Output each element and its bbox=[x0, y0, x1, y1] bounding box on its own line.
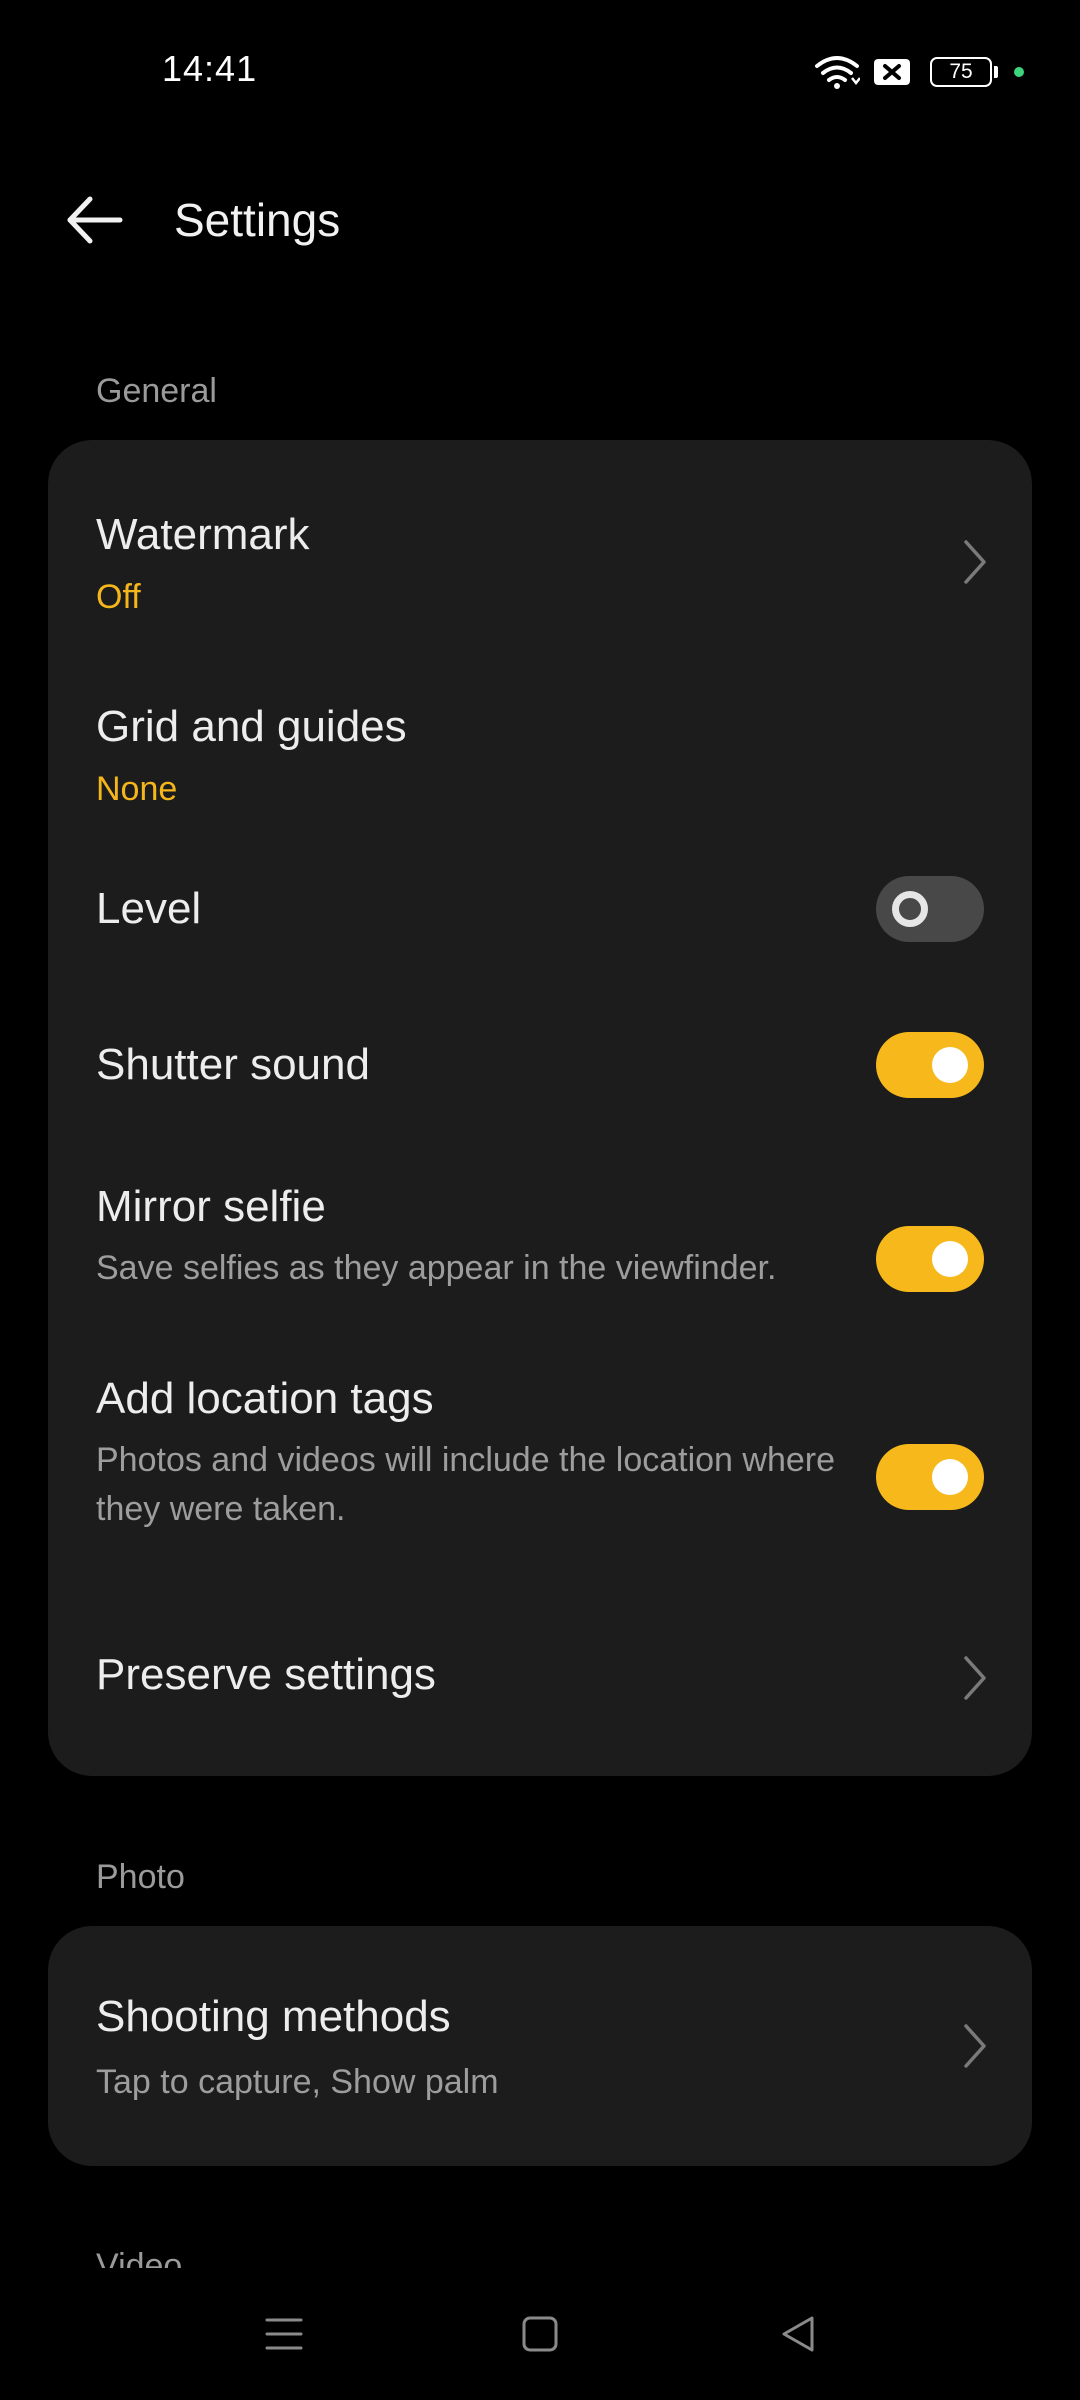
setting-value: None bbox=[96, 770, 178, 808]
toggle-knob bbox=[932, 1047, 968, 1083]
setting-grid-and-guides[interactable]: Grid and guides None bbox=[48, 640, 1032, 830]
status-icons: 75 bbox=[814, 52, 1024, 92]
toggle-knob bbox=[932, 1459, 968, 1495]
page-title: Settings bbox=[174, 194, 341, 246]
photo-settings-card: Shooting methods Tap to capture, Show pa… bbox=[48, 1926, 1032, 2166]
setting-shutter-sound[interactable]: Shutter sound bbox=[48, 980, 1032, 1140]
toggle-knob bbox=[892, 891, 928, 927]
chevron-right-icon bbox=[964, 2024, 986, 2068]
section-label-general: General bbox=[96, 372, 217, 410]
setting-add-location-tags[interactable]: Add location tags Photos and videos will… bbox=[48, 1330, 1032, 1580]
back-triangle-icon[interactable] bbox=[778, 2314, 818, 2354]
level-toggle[interactable] bbox=[876, 876, 984, 942]
mirror-selfie-toggle[interactable] bbox=[876, 1226, 984, 1292]
privacy-indicator-dot bbox=[1014, 67, 1024, 77]
setting-title: Preserve settings bbox=[96, 1650, 436, 1699]
setting-title: Mirror selfie bbox=[96, 1182, 326, 1231]
general-settings-card: Watermark Off Grid and guides None Level… bbox=[48, 440, 1032, 1776]
setting-mirror-selfie[interactable]: Mirror selfie Save selfies as they appea… bbox=[48, 1140, 1032, 1330]
battery-tip bbox=[994, 66, 998, 78]
app-header: Settings bbox=[0, 170, 1080, 270]
setting-watermark[interactable]: Watermark Off bbox=[48, 440, 1032, 640]
menu-icon[interactable] bbox=[264, 2314, 304, 2354]
back-arrow-icon[interactable] bbox=[64, 190, 126, 250]
toggle-knob bbox=[932, 1241, 968, 1277]
setting-title: Add location tags bbox=[96, 1374, 434, 1423]
section-label-video: Video bbox=[96, 2247, 183, 2268]
location-tags-toggle[interactable] bbox=[876, 1444, 984, 1510]
chevron-right-icon bbox=[964, 540, 986, 584]
status-time: 14:41 bbox=[162, 48, 258, 89]
setting-title: Shooting methods bbox=[96, 1992, 451, 2041]
setting-description: Photos and videos will include the locat… bbox=[96, 1441, 836, 1528]
setting-title: Shutter sound bbox=[96, 1040, 370, 1089]
setting-shooting-methods[interactable]: Shooting methods Tap to capture, Show pa… bbox=[48, 1926, 1032, 2166]
setting-title: Level bbox=[96, 884, 202, 933]
setting-title: Grid and guides bbox=[96, 702, 407, 751]
battery-level: 75 bbox=[949, 60, 973, 83]
setting-description: Tap to capture, Show palm bbox=[96, 2063, 499, 2101]
system-navigation-bar bbox=[0, 2270, 1080, 2400]
section-label-photo: Photo bbox=[96, 1858, 185, 1896]
home-icon[interactable] bbox=[520, 2314, 560, 2354]
shutter-sound-toggle[interactable] bbox=[876, 1032, 984, 1098]
battery-icon: 75 bbox=[930, 57, 992, 87]
setting-value: Off bbox=[96, 578, 141, 616]
status-bar: 14:41 75 bbox=[0, 0, 1080, 140]
setting-level[interactable]: Level bbox=[48, 830, 1032, 980]
setting-preserve-settings[interactable]: Preserve settings bbox=[48, 1580, 1032, 1776]
chevron-right-icon bbox=[964, 1656, 986, 1700]
sim-icon bbox=[874, 59, 910, 85]
wifi-icon bbox=[815, 56, 860, 89]
setting-description: Save selfies as they appear in the viewf… bbox=[96, 1249, 777, 1287]
setting-title: Watermark bbox=[96, 510, 310, 559]
